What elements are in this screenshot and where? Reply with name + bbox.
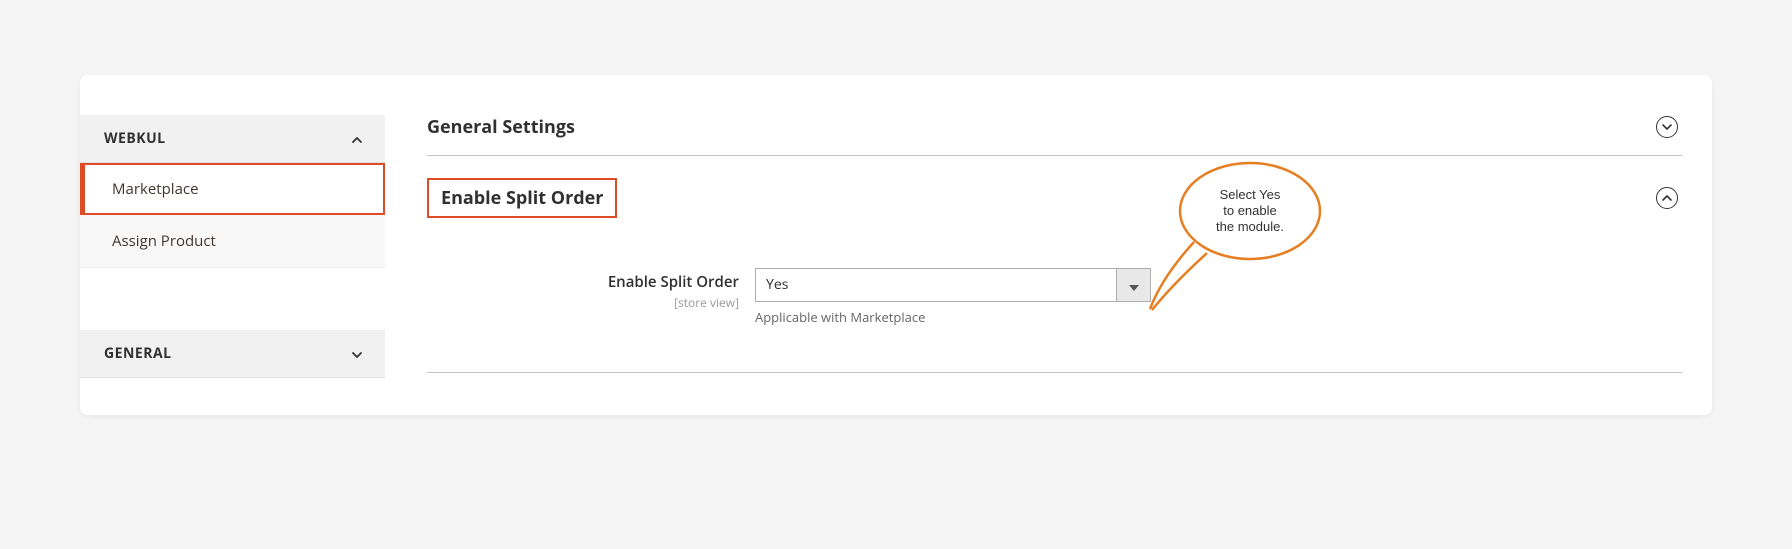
sidebar-item-label: Assign Product [112, 231, 216, 251]
field-note: Applicable with Marketplace [755, 308, 1151, 326]
field-scope: [store view] [427, 294, 739, 311]
field-control: Yes Applicable with Marketplace [755, 268, 1151, 326]
section-title: General Settings [427, 115, 575, 139]
field-label: Enable Split Order [427, 272, 739, 292]
section-enable-split-order[interactable]: Enable Split Order [427, 178, 1682, 234]
sidebar-group-label: WEBKUL [104, 129, 166, 148]
config-content: General Settings Enable Split Order Enab… [385, 75, 1712, 415]
sidebar-items: Marketplace Assign Product [80, 163, 385, 268]
select-value: Yes [755, 268, 1117, 302]
field-label-wrap: Enable Split Order [store view] [427, 268, 755, 311]
section-divider [427, 372, 1682, 373]
field-enable-split-order: Enable Split Order [store view] Yes Appl… [427, 268, 1682, 326]
sidebar-item-label: Marketplace [112, 179, 199, 199]
section-general-settings[interactable]: General Settings [427, 115, 1682, 156]
enable-split-order-select[interactable]: Yes [755, 268, 1151, 302]
sidebar-group-label: GENERAL [104, 344, 172, 363]
chevron-down-icon [351, 349, 361, 359]
sidebar-group-webkul[interactable]: WEBKUL [80, 115, 385, 163]
caret-down-icon [1129, 274, 1139, 296]
config-sidebar: WEBKUL Marketplace Assign Product GENERA… [80, 75, 385, 415]
section-title: Enable Split Order [427, 178, 617, 218]
settings-card: WEBKUL Marketplace Assign Product GENERA… [80, 75, 1712, 415]
collapse-up-icon[interactable] [1656, 187, 1678, 209]
sidebar-group-general[interactable]: GENERAL [80, 330, 385, 378]
sidebar-item-marketplace[interactable]: Marketplace [80, 163, 385, 215]
select-caret[interactable] [1117, 268, 1151, 302]
chevron-up-icon [351, 134, 361, 144]
collapse-down-icon[interactable] [1656, 116, 1678, 138]
sidebar-item-assign-product[interactable]: Assign Product [80, 215, 385, 268]
